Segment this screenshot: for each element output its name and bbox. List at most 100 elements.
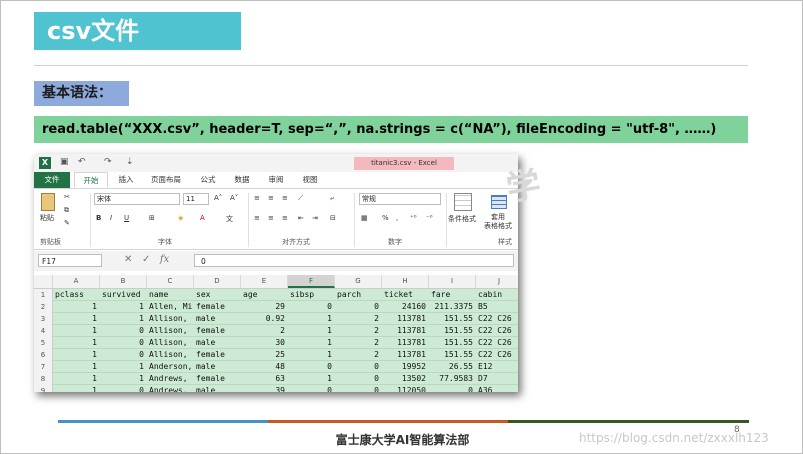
cell-i[interactable]: 77.9583 xyxy=(429,373,473,385)
cell-c[interactable]: Anderson, xyxy=(149,361,192,373)
cell-d[interactable]: female xyxy=(196,373,225,385)
cell-c[interactable]: Andrews, xyxy=(149,385,188,392)
insert-function-icon[interactable]: fx xyxy=(160,254,169,265)
cell-a[interactable]: 1 xyxy=(53,325,97,337)
row-header[interactable]: 4 xyxy=(34,325,53,337)
cell-c[interactable]: Allison, xyxy=(149,337,188,349)
cell-f[interactable]: 1 xyxy=(288,337,332,349)
row-header[interactable]: 7 xyxy=(34,361,53,373)
cell-j[interactable]: B5 xyxy=(478,301,488,313)
cell-e[interactable]: 25 xyxy=(241,349,285,361)
cell-j[interactable]: C22 C26 xyxy=(478,325,512,337)
row-header[interactable]: 6 xyxy=(34,349,53,361)
cell-h[interactable]: 19952 xyxy=(382,361,426,373)
align-left-icon[interactable]: ≡ xyxy=(254,214,260,222)
cell-i[interactable]: 0 xyxy=(429,385,473,392)
table-format-icon[interactable] xyxy=(491,195,507,209)
row-header[interactable]: 2 xyxy=(34,301,53,313)
cell-e[interactable]: age xyxy=(243,289,257,301)
cell-d[interactable]: male xyxy=(196,361,215,373)
save-icon[interactable]: ▣ xyxy=(60,157,69,167)
tab-insert[interactable]: 插入 xyxy=(112,172,140,188)
column-header-c[interactable]: C xyxy=(147,275,194,288)
cell-d[interactable]: female xyxy=(196,349,225,361)
cut-icon[interactable]: ✂ xyxy=(64,193,70,201)
tab-data[interactable]: 数据 xyxy=(228,172,256,188)
cell-a[interactable]: 1 xyxy=(53,301,97,313)
conditional-format-button[interactable]: 条件格式 xyxy=(448,214,476,224)
column-header-h[interactable]: H xyxy=(382,275,429,288)
column-header-f[interactable]: F xyxy=(288,275,335,288)
tab-home[interactable]: 开始 xyxy=(74,172,108,188)
cell-g[interactable]: 0 xyxy=(335,385,379,392)
cell-e[interactable]: 48 xyxy=(241,361,285,373)
cell-a[interactable]: 1 xyxy=(53,373,97,385)
column-header-b[interactable]: B xyxy=(100,275,147,288)
cell-a[interactable]: 1 xyxy=(53,349,97,361)
cell-i[interactable]: 26.55 xyxy=(429,361,473,373)
cell-d[interactable]: female xyxy=(196,301,225,313)
font-size-select[interactable]: 11 xyxy=(183,193,209,205)
cell-a[interactable]: 1 xyxy=(53,385,97,392)
cell-f[interactable]: 1 xyxy=(288,349,332,361)
cell-g[interactable]: 2 xyxy=(335,325,379,337)
cell-j[interactable]: D7 xyxy=(478,373,488,385)
cell-j[interactable]: cabin xyxy=(478,289,502,301)
borders-icon[interactable]: ⊞ xyxy=(149,214,155,222)
formula-input[interactable]: 0 xyxy=(194,254,514,267)
cell-c[interactable]: Allison, xyxy=(149,313,188,325)
cell-b[interactable]: survived xyxy=(102,289,141,301)
cell-f[interactable]: 0 xyxy=(288,361,332,373)
cell-h[interactable]: 113781 xyxy=(382,349,426,361)
cell-a[interactable]: pclass xyxy=(55,289,84,301)
cell-g[interactable]: 2 xyxy=(335,337,379,349)
cell-e[interactable]: 29 xyxy=(241,301,285,313)
cell-i[interactable]: 151.55 xyxy=(429,325,473,337)
cell-c[interactable]: Allen, Mi xyxy=(149,301,192,313)
cell-i[interactable]: 151.55 xyxy=(429,313,473,325)
cell-a[interactable]: 1 xyxy=(53,337,97,349)
cell-c[interactable]: Allison, xyxy=(149,349,188,361)
column-header-j[interactable]: J xyxy=(476,275,518,288)
row-header[interactable]: 9 xyxy=(34,385,53,392)
cell-g[interactable]: 2 xyxy=(335,349,379,361)
cell-h[interactable]: 113781 xyxy=(382,313,426,325)
cell-b[interactable]: 1 xyxy=(100,313,144,325)
cell-e[interactable]: 2 xyxy=(241,325,285,337)
fill-color-icon[interactable]: ◈ xyxy=(178,214,183,222)
cell-f[interactable]: 1 xyxy=(288,373,332,385)
increase-indent-icon[interactable]: ⇥ xyxy=(312,214,318,222)
column-header-a[interactable]: A xyxy=(53,275,100,288)
cancel-icon[interactable]: ✕ xyxy=(124,254,132,265)
align-center-icon[interactable]: ≡ xyxy=(268,214,274,222)
underline-button[interactable]: U xyxy=(124,214,129,222)
font-name-select[interactable]: 宋体 xyxy=(94,193,180,205)
redo-icon[interactable]: ↷ xyxy=(104,157,112,167)
increase-decimal-icon[interactable]: ⁺⁰ xyxy=(410,214,417,222)
row-header[interactable]: 3 xyxy=(34,313,53,325)
cell-e[interactable]: 39 xyxy=(241,385,285,392)
cell-f[interactable]: 1 xyxy=(288,313,332,325)
cell-g[interactable]: 0 xyxy=(335,373,379,385)
cell-i[interactable]: 151.55 xyxy=(429,349,473,361)
paste-icon[interactable] xyxy=(41,193,55,211)
cell-d[interactable]: female xyxy=(196,325,225,337)
cell-g[interactable]: 0 xyxy=(335,301,379,313)
cell-f[interactable]: 0 xyxy=(288,385,332,392)
cell-b[interactable]: 0 xyxy=(100,385,144,392)
cell-g[interactable]: parch xyxy=(337,289,361,301)
cell-b[interactable]: 0 xyxy=(100,349,144,361)
cell-c[interactable]: Andrews, xyxy=(149,373,188,385)
cell-j[interactable]: C22 C26 xyxy=(478,337,512,349)
enter-icon[interactable]: ✓ xyxy=(142,254,150,265)
copy-icon[interactable]: ⧉ xyxy=(64,206,69,215)
bold-button[interactable]: B xyxy=(96,214,101,222)
comma-button[interactable]: , xyxy=(396,214,398,222)
tab-file[interactable]: 文件 xyxy=(34,172,70,188)
select-all-corner[interactable] xyxy=(34,275,53,288)
number-format-select[interactable]: 常规 xyxy=(359,193,441,205)
cell-b[interactable]: 0 xyxy=(100,337,144,349)
cell-d[interactable]: male xyxy=(196,385,215,392)
cell-j[interactable]: A36 xyxy=(478,385,492,392)
tab-page-layout[interactable]: 页面布局 xyxy=(146,172,186,188)
